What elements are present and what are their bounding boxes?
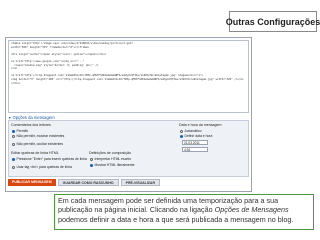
show-html-option[interactable]: Mostrar HTML literalmente (90, 163, 135, 167)
time-field[interactable]: 4:34 (182, 147, 208, 152)
date-field[interactable]: 21.03.2011 (182, 140, 208, 145)
radio-button[interactable] (180, 134, 183, 138)
editor-screenshot: <table align="http://image.user.com/vide… (5, 37, 252, 192)
line-breaks-title: Editar quebras de linha HTML (11, 151, 59, 155)
preview-button[interactable]: PRÉ-VISUALIZAR (120, 179, 160, 186)
code-line: </div> (11, 81, 21, 85)
comments-hide-new-option[interactable]: Não permitir, mostrar existentes (12, 134, 64, 138)
triangle-down-icon: ▼ (8, 115, 12, 120)
publish-button[interactable]: PUBLICAR MENSAGEM (8, 179, 56, 186)
section-title: Outras Configurações (226, 11, 320, 32)
radio-button[interactable] (12, 134, 15, 138)
caption-text-end: podemos definir a data e hora a que será… (58, 214, 294, 224)
save-draft-button[interactable]: GUARDAR COMO RASCUNHO (57, 179, 119, 186)
comments-allow-option[interactable]: Permitir (12, 129, 28, 133)
radio-button[interactable] (90, 157, 93, 161)
html-editor-textarea[interactable]: <table align="http://image.user.com/vide… (8, 40, 249, 113)
br-tag-option[interactable]: Usar tag <br/> para quebras de linha (12, 165, 72, 169)
code-line: <img border="0" height="400" src="http:/… (11, 77, 244, 81)
interpret-html-option[interactable]: Interpretar HTML escrito (90, 157, 131, 161)
radio-button[interactable] (12, 129, 15, 133)
radio-button[interactable] (180, 129, 183, 133)
caption-box: Em cada mensagem pode ser definida uma t… (54, 194, 314, 230)
radio-button[interactable] (12, 165, 15, 169)
comments-hide-all-option[interactable]: Não permitir, ocultar existentes (12, 142, 63, 146)
radio-button[interactable] (90, 163, 93, 167)
caption-emphasis: Opções de Mensagens (214, 205, 289, 215)
action-bar: PUBLICAR MENSAGEM GUARDAR COMO RASCUNHO … (8, 179, 160, 186)
radio-button[interactable] (12, 142, 15, 146)
schedule-auto-option[interactable]: Automático (180, 129, 201, 133)
schedule-title: Data e hora da mensagem (179, 123, 222, 127)
radio-button[interactable] (12, 157, 15, 161)
schedule-set-option[interactable]: Definir data e hora (180, 134, 212, 138)
post-options-panel: Comentários dos leitores Permitir Não pe… (8, 120, 249, 177)
enter-line-break-option[interactable]: Pressione "Enter" para inserir quebras d… (12, 157, 87, 161)
compose-title: Definições de composição (89, 151, 131, 155)
comments-title: Comentários dos leitores (11, 123, 51, 127)
